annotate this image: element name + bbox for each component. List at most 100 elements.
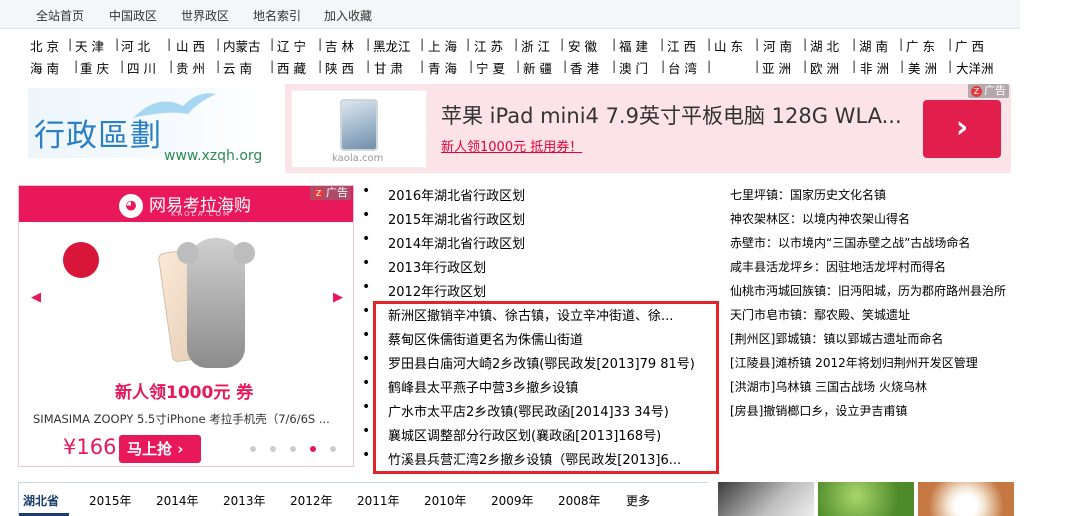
tab-year[interactable]: 2008年 bbox=[558, 492, 601, 509]
tab-year[interactable]: 2015年 bbox=[89, 492, 132, 509]
carousel-dot[interactable] bbox=[310, 446, 316, 452]
province-link[interactable]: 香 港 bbox=[570, 58, 599, 77]
province-link[interactable]: 广 西 bbox=[955, 36, 984, 55]
province-link[interactable]: 重 庆 bbox=[80, 58, 109, 77]
ad-title[interactable]: 苹果 iPad mini4 7.9英寸平板电脑 128G WLA... bbox=[441, 100, 902, 130]
list-item[interactable]: • 2014年湖北省行政区划 bbox=[360, 231, 720, 255]
ad-go-button[interactable]: › bbox=[923, 100, 1001, 158]
tab-province[interactable]: 湖北省 bbox=[23, 492, 59, 509]
ad-subtitle-link[interactable]: 新人领1000元 抵用券！ bbox=[441, 136, 582, 155]
province-link[interactable]: 云 南 bbox=[223, 58, 252, 77]
province-link[interactable]: 福 建 bbox=[619, 36, 648, 55]
tab-year[interactable]: 2009年 bbox=[491, 492, 534, 509]
list-item-link[interactable]: 2012年行政区划 bbox=[388, 281, 486, 300]
province-link[interactable]: 广 东 bbox=[906, 36, 935, 55]
carousel-dot[interactable] bbox=[250, 446, 256, 452]
province-link[interactable]: 辽 宁 bbox=[277, 36, 306, 55]
province-link[interactable]: 甘 肃 bbox=[374, 58, 403, 77]
tab-year[interactable]: 2011年 bbox=[357, 492, 400, 509]
carousel-prev-icon[interactable]: ◀ bbox=[31, 290, 41, 305]
province-link[interactable]: 黑龙江 bbox=[373, 36, 411, 55]
province-link[interactable]: 浙 江 bbox=[521, 36, 550, 55]
province-link[interactable]: 欧 洲 bbox=[810, 58, 839, 77]
province-link[interactable]: 西 藏 bbox=[277, 58, 306, 77]
province-link[interactable]: 贵 州 bbox=[176, 58, 205, 77]
province-link[interactable]: 上 海 bbox=[428, 36, 457, 55]
tab-year[interactable]: 2012年 bbox=[290, 492, 333, 509]
province-link[interactable]: 江 苏 bbox=[474, 36, 503, 55]
buy-now-button[interactable]: 马上抢 › bbox=[119, 435, 201, 463]
tab-year[interactable]: 更多 bbox=[626, 492, 650, 509]
list-item[interactable]: 天门市皂市镇：鄢农殿、笑城遗址 bbox=[730, 306, 910, 330]
top-ad-badge[interactable]: Z 广告 bbox=[968, 84, 1009, 98]
province-link[interactable]: 内蒙古 bbox=[223, 36, 261, 55]
list-item[interactable]: • 2015年湖北省行政区划 bbox=[360, 207, 720, 231]
photo-thumb[interactable] bbox=[818, 482, 914, 516]
tab-year[interactable]: 2013年 bbox=[223, 492, 266, 509]
province-link[interactable]: 新 疆 bbox=[523, 58, 552, 77]
province-link[interactable]: 台 湾 bbox=[668, 58, 697, 77]
province-link[interactable]: 海 南 bbox=[30, 58, 59, 77]
list-item-link[interactable]: 2015年湖北省行政区划 bbox=[388, 209, 525, 228]
province-link[interactable]: 河 北 bbox=[121, 36, 150, 55]
separator: | bbox=[68, 36, 73, 51]
ad-promo-text[interactable]: 新人领1000元 券 bbox=[115, 378, 253, 403]
list-item[interactable]: [荆州区]郢城镇：镇以郢城古遗址而命名 bbox=[730, 330, 943, 354]
separator: | bbox=[270, 58, 275, 73]
list-item[interactable]: 神农架林区：以境内神农架山得名 bbox=[730, 210, 910, 234]
site-logo[interactable]: 行政區劃 www.xzqh.org bbox=[28, 88, 273, 168]
list-item-link[interactable]: 2013年行政区划 bbox=[388, 257, 486, 276]
left-ad-badge[interactable]: Z 广告 bbox=[310, 186, 351, 200]
list-item[interactable]: 赤壁市：以市境内“三国赤壁之战”古战场命名 bbox=[730, 234, 970, 258]
province-link[interactable]: 大洋洲 bbox=[956, 58, 994, 77]
province-link[interactable]: 安 徽 bbox=[568, 36, 597, 55]
list-item[interactable]: • 2016年湖北省行政区划 bbox=[360, 183, 720, 207]
province-link[interactable]: 湖 南 bbox=[859, 36, 888, 55]
ad-product-thumbnail[interactable]: kaola.com bbox=[291, 90, 427, 168]
province-link[interactable]: 美 洲 bbox=[908, 58, 937, 77]
photo-thumb[interactable] bbox=[718, 482, 814, 516]
province-link[interactable]: 宁 夏 bbox=[476, 58, 505, 77]
province-link[interactable]: 陕 西 bbox=[325, 58, 354, 77]
carousel-dot[interactable] bbox=[270, 446, 276, 452]
province-link[interactable]: 天 津 bbox=[75, 36, 104, 55]
province-link[interactable]: 山 东 bbox=[714, 36, 743, 55]
province-link[interactable]: 亚 洲 bbox=[762, 58, 791, 77]
list-item[interactable]: 仙桃市沔城回族镇：旧沔阳城，历为郡府路州县治所 bbox=[730, 282, 1006, 306]
list-item[interactable]: • 2013年行政区划 bbox=[360, 255, 720, 279]
province-link[interactable]: 四 川 bbox=[127, 58, 156, 77]
list-item-link[interactable]: 2014年湖北省行政区划 bbox=[388, 233, 525, 252]
nav-index-link[interactable]: 地名索引 bbox=[253, 7, 301, 24]
list-item-link[interactable]: 2016年湖北省行政区划 bbox=[388, 185, 525, 204]
nav-favorite-link[interactable]: 加入收藏 bbox=[324, 7, 372, 24]
ad-close-icon[interactable]: Z bbox=[971, 86, 982, 97]
top-banner-ad[interactable]: kaola.com 苹果 iPad mini4 7.9英寸平板电脑 128G W… bbox=[285, 84, 1011, 173]
list-item[interactable]: 七里坪镇：国家历史文化名镇 bbox=[730, 186, 886, 210]
carousel-dot[interactable] bbox=[290, 446, 296, 452]
tab-year[interactable]: 2014年 bbox=[156, 492, 199, 509]
nav-home-link[interactable]: 全站首页 bbox=[36, 7, 84, 24]
list-item[interactable]: [洪湖市]乌林镇 三国古战场 火烧乌林 bbox=[730, 378, 927, 402]
list-item[interactable]: [房县]撤销榔口乡，设立尹吉甫镇 bbox=[730, 402, 907, 426]
list-item[interactable]: • 2012年行政区划 bbox=[360, 279, 720, 303]
carousel-dot[interactable] bbox=[330, 446, 336, 452]
province-link[interactable]: 青 海 bbox=[428, 58, 457, 77]
photo-thumb[interactable] bbox=[918, 482, 1014, 516]
list-item[interactable]: 咸丰县活龙坪乡：因驻地活龙坪村而得名 bbox=[730, 258, 946, 282]
province-link[interactable]: 江 西 bbox=[667, 36, 696, 55]
ad-close-icon[interactable]: Z bbox=[313, 188, 324, 199]
left-product-ad[interactable]: ◕ 网易考拉海购 KAOLA.COM ◀ ▶ 新人领1000元 券 SIMASI… bbox=[18, 185, 354, 467]
province-link[interactable]: 吉 林 bbox=[325, 36, 354, 55]
province-link[interactable]: 湖 北 bbox=[810, 36, 839, 55]
province-link[interactable]: 非 洲 bbox=[860, 58, 889, 77]
tab-year[interactable]: 2010年 bbox=[424, 492, 467, 509]
province-link[interactable]: 北 京 bbox=[30, 36, 59, 55]
ad-product-desc[interactable]: SIMASIMA ZOOPY 5.5寸iPhone 考拉手机壳（7/6/6S .… bbox=[33, 411, 330, 427]
nav-china-link[interactable]: 中国政区 bbox=[109, 7, 157, 24]
province-link[interactable]: 山 西 bbox=[176, 36, 205, 55]
province-link[interactable]: 河 南 bbox=[763, 36, 792, 55]
province-link[interactable]: 澳 门 bbox=[619, 58, 648, 77]
list-item[interactable]: [江陵县]滩桥镇 2012年将划归荆州开发区管理 bbox=[730, 354, 978, 378]
carousel-next-icon[interactable]: ▶ bbox=[333, 290, 343, 305]
nav-world-link[interactable]: 世界政区 bbox=[181, 7, 229, 24]
